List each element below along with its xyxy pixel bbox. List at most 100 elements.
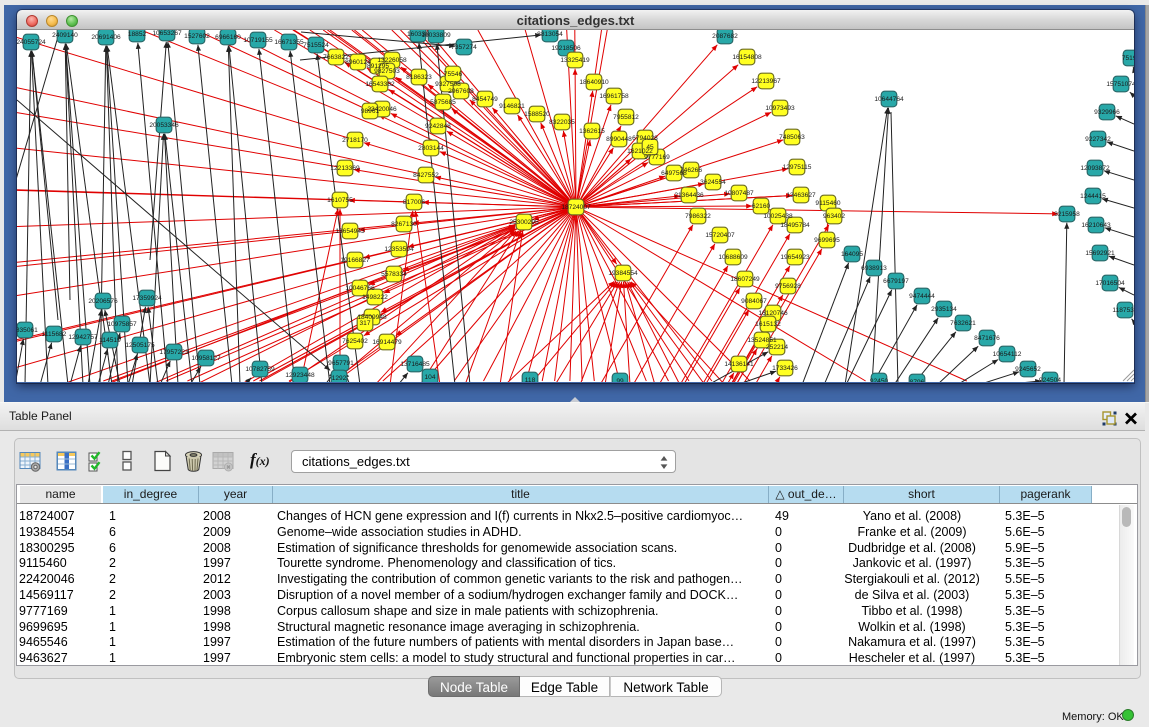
svg-text:1244415: 1244415 — [1080, 193, 1106, 200]
svg-text:18724007: 18724007 — [561, 204, 591, 211]
svg-text:2803144: 2803144 — [418, 145, 444, 152]
svg-text:10958127: 10958127 — [191, 355, 221, 362]
svg-text:7955812: 7955812 — [613, 114, 639, 121]
svg-text:17016504: 17016504 — [1095, 280, 1125, 287]
svg-text:13226058: 13226058 — [377, 57, 407, 64]
svg-text:18852: 18852 — [128, 31, 147, 38]
svg-text:92450: 92450 — [870, 378, 889, 382]
svg-text:10719155: 10719155 — [243, 37, 273, 44]
svg-text:12353594: 12353594 — [384, 246, 414, 253]
svg-text:104: 104 — [424, 374, 435, 381]
svg-text:1610755: 1610755 — [327, 197, 353, 204]
svg-text:16543382: 16543382 — [365, 81, 395, 88]
svg-text:17957223: 17957223 — [159, 349, 189, 356]
svg-text:17359924: 17359924 — [132, 295, 162, 302]
svg-text:16671355: 16671355 — [274, 39, 304, 46]
svg-text:10025438: 10025438 — [763, 213, 793, 220]
svg-text:10782759: 10782759 — [245, 366, 275, 373]
svg-text:9657791: 9657791 — [328, 360, 354, 367]
svg-text:2087682: 2087682 — [712, 33, 738, 40]
svg-text:1115682: 1115682 — [42, 331, 67, 338]
svg-text:10973493: 10973493 — [765, 105, 795, 112]
svg-text:18495784: 18495784 — [780, 222, 810, 229]
svg-text:8186323: 8186323 — [406, 74, 432, 81]
svg-text:9084067: 9084067 — [741, 298, 767, 305]
svg-text:5578334: 5578334 — [381, 271, 407, 278]
svg-text:8322035: 8322035 — [549, 119, 575, 126]
svg-text:19384554: 19384554 — [608, 270, 638, 277]
svg-text:20691406: 20691406 — [91, 34, 121, 41]
svg-text:1292: 1292 — [332, 375, 347, 382]
svg-text:20053346: 20053346 — [149, 122, 179, 129]
svg-text:252214: 252214 — [766, 344, 788, 351]
svg-text:924504: 924504 — [1039, 377, 1061, 382]
svg-text:1588520: 1588520 — [524, 111, 550, 118]
svg-text:10807487: 10807487 — [724, 190, 754, 197]
svg-text:14136141: 14136141 — [724, 361, 754, 368]
svg-text:13463627: 13463627 — [786, 192, 816, 199]
svg-text:6679197: 6679197 — [883, 278, 909, 285]
svg-text:8267130: 8267130 — [391, 221, 417, 228]
svg-text:12923448: 12923448 — [285, 372, 315, 379]
svg-text:7986322: 7986322 — [685, 213, 711, 220]
svg-text:19654923: 19654923 — [780, 254, 810, 261]
svg-text:1187534: 1187534 — [1112, 307, 1134, 314]
svg-text:317: 317 — [359, 320, 370, 327]
svg-text:13325419: 13325419 — [560, 57, 590, 64]
svg-text:18640910: 18640910 — [579, 79, 609, 86]
svg-text:16961758: 16961758 — [599, 93, 629, 100]
svg-text:2935134: 2935134 — [931, 306, 957, 313]
svg-text:10653267: 10653267 — [152, 30, 182, 37]
svg-text:12975115: 12975115 — [783, 164, 812, 171]
svg-text:7357274: 7357274 — [451, 44, 477, 51]
svg-text:10654112: 10654112 — [993, 351, 1022, 358]
svg-text:13524851: 13524851 — [747, 337, 777, 344]
svg-text:6938913: 6938913 — [861, 265, 887, 272]
svg-text:9756928: 9756928 — [775, 283, 801, 290]
svg-text:9474444: 9474444 — [909, 293, 935, 300]
svg-text:10644764: 10644764 — [874, 96, 904, 103]
svg-text:6794028: 6794028 — [632, 135, 658, 142]
svg-text:164095: 164095 — [841, 251, 863, 258]
svg-text:13654943: 13654943 — [335, 228, 365, 235]
svg-text:99: 99 — [616, 378, 624, 382]
svg-text:19218506: 19218506 — [551, 45, 581, 52]
svg-text:45: 45 — [646, 144, 654, 151]
svg-text:12213369: 12213369 — [330, 165, 360, 172]
svg-text:817006: 817006 — [403, 199, 425, 206]
svg-text:10975857: 10975857 — [107, 321, 137, 328]
svg-text:25300295: 25300295 — [509, 219, 539, 226]
svg-text:7632621: 7632621 — [950, 320, 976, 327]
svg-text:118: 118 — [525, 377, 536, 382]
svg-text:20206576: 20206576 — [88, 298, 118, 305]
svg-text:10046766: 10046766 — [345, 285, 375, 292]
svg-text:2718170: 2718170 — [342, 137, 368, 144]
svg-text:16914479: 16914479 — [372, 339, 402, 346]
svg-text:98961: 98961 — [361, 108, 380, 115]
svg-text:7485063: 7485063 — [779, 134, 805, 141]
svg-text:114519: 114519 — [99, 337, 121, 344]
svg-text:12213967: 12213967 — [751, 78, 781, 85]
svg-text:13716485: 13716485 — [400, 361, 430, 368]
svg-text:1835061: 1835061 — [17, 327, 38, 334]
svg-text:12942757: 12942757 — [68, 334, 98, 341]
svg-text:75546: 75546 — [444, 71, 463, 78]
svg-text:3215958: 3215958 — [1054, 211, 1080, 218]
svg-text:9115460: 9115460 — [815, 200, 841, 207]
svg-text:21364436: 21364436 — [674, 192, 704, 199]
svg-text:9245652: 9245652 — [1015, 366, 1041, 373]
svg-text:12505175: 12505175 — [125, 342, 155, 349]
svg-text:15751074: 15751074 — [1106, 81, 1134, 88]
svg-text:75196: 75196 — [1122, 55, 1134, 62]
svg-text:3624554: 3624554 — [700, 179, 726, 186]
svg-text:1615132: 1615132 — [755, 321, 781, 328]
svg-text:9827503: 9827503 — [374, 68, 400, 75]
svg-text:8990448: 8990448 — [606, 136, 632, 143]
svg-text:18607249: 18607249 — [730, 276, 760, 283]
svg-text:2409140: 2409140 — [52, 32, 78, 39]
svg-text:9227342: 9227342 — [1085, 136, 1111, 143]
svg-text:1362615: 1362615 — [579, 128, 605, 135]
svg-text:9146821: 9146821 — [499, 103, 525, 110]
svg-text:16033809: 16033809 — [421, 32, 451, 39]
svg-text:15692921: 15692921 — [1085, 250, 1115, 257]
